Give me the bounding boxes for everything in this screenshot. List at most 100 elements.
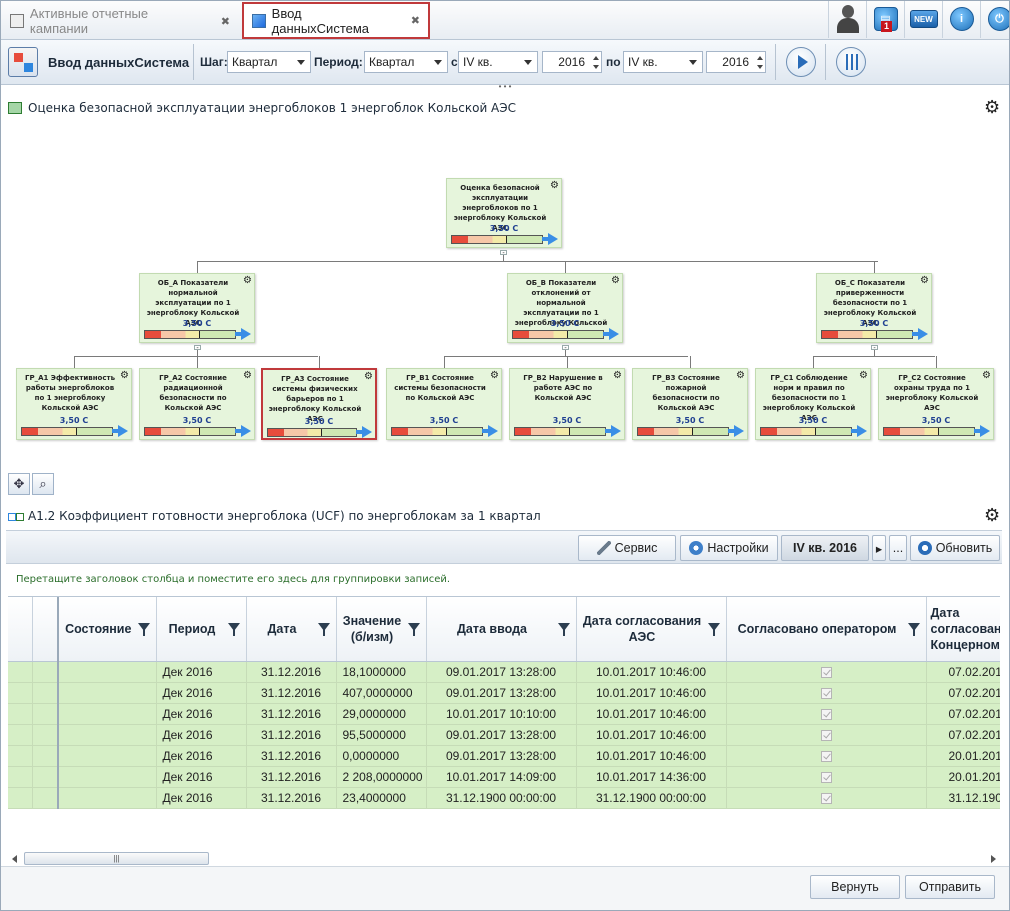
- drill-down-arrow-icon[interactable]: [112, 425, 128, 437]
- pan-button[interactable]: ✥: [8, 473, 30, 495]
- gear-icon[interactable]: ⚙: [982, 370, 991, 381]
- step-select[interactable]: Квартал: [227, 51, 311, 73]
- row-expander[interactable]: [32, 703, 59, 725]
- tree-node-level1[interactable]: ОБ_С Показатели приверженности безопасно…: [816, 273, 932, 343]
- tree-node-level2[interactable]: ГР_А3 Состояние системы физических барье…: [261, 368, 377, 440]
- from-year-stepper[interactable]: 2016: [542, 51, 602, 73]
- column-header-operator-approved[interactable]: Согласовано оператором: [726, 597, 927, 662]
- service-button[interactable]: Сервис: [578, 535, 676, 561]
- cell-value[interactable]: 18,1000000: [336, 661, 427, 683]
- row-indicator[interactable]: [8, 661, 33, 683]
- chevron-down-icon[interactable]: [757, 65, 763, 69]
- drill-down-arrow-icon[interactable]: [542, 233, 558, 245]
- chevron-up-icon[interactable]: [593, 56, 599, 60]
- gear-icon[interactable]: ⚙: [243, 275, 252, 286]
- settings-button[interactable]: Настройки: [680, 535, 778, 561]
- cell-value[interactable]: 0,0000000: [336, 745, 427, 767]
- table-row[interactable]: Дек 2016 31.12.2016 2 208,0000000 10.01.201…: [8, 766, 1000, 788]
- column-header-npp-approval-date[interactable]: Дата согласования АЭС: [576, 597, 727, 662]
- drill-down-arrow-icon[interactable]: [851, 425, 867, 437]
- filter-icon[interactable]: [407, 623, 420, 636]
- drill-down-arrow-icon[interactable]: [235, 425, 251, 437]
- next-period-button[interactable]: ▸: [872, 535, 886, 561]
- tree-node-level1[interactable]: ОБ_А Показатели нормальной эксплуатации …: [139, 273, 255, 343]
- chevron-up-icon[interactable]: [757, 56, 763, 60]
- cell-value[interactable]: 95,5000000: [336, 724, 427, 746]
- column-header-entry-date[interactable]: Дата ввода: [426, 597, 577, 662]
- tree-node-level1[interactable]: ОБ_В Показатели отклонений от нормальной…: [507, 273, 623, 343]
- tree-node-level2[interactable]: ГР_В1 Состояние системы безопасности по …: [386, 368, 502, 440]
- tree-node-level2[interactable]: ГР_С2 Состояние охраны труда по 1 энерго…: [878, 368, 994, 440]
- table-row[interactable]: Дек 2016 31.12.2016 29,0000000 10.01.2017 1…: [8, 703, 1000, 725]
- table-row[interactable]: Дек 2016 31.12.2016 95,5000000 09.01.2017 1…: [8, 724, 1000, 746]
- period-button[interactable]: IV кв. 2016: [781, 535, 869, 561]
- row-expander[interactable]: [32, 745, 59, 767]
- tab-data-entry[interactable]: Ввод данныхСистема ✖: [242, 2, 430, 39]
- filter-icon[interactable]: [557, 623, 570, 636]
- column-header-status[interactable]: Состояние: [58, 597, 157, 662]
- column-header-value[interactable]: Значение (б/изм): [336, 597, 427, 662]
- drill-down-arrow-icon[interactable]: [603, 328, 619, 340]
- chevron-down-icon[interactable]: [593, 65, 599, 69]
- news-button[interactable]: NEW: [904, 0, 942, 38]
- period-select[interactable]: Квартал: [364, 51, 448, 73]
- drill-down-arrow-icon[interactable]: [912, 328, 928, 340]
- notifications-button[interactable]: ▤ 1: [866, 0, 904, 38]
- column-header-concern-approval-date[interactable]: Дата согласования Концерном: [926, 597, 1000, 662]
- row-expander[interactable]: [32, 787, 59, 809]
- tree-node-level2[interactable]: ГР_А1 Эффективность работы энергоблоков …: [16, 368, 132, 440]
- row-expander[interactable]: [32, 661, 59, 683]
- filter-icon[interactable]: [907, 623, 920, 636]
- row-expander[interactable]: [32, 724, 59, 746]
- filter-icon[interactable]: [317, 623, 330, 636]
- tab-active-campaigns[interactable]: Активные отчетные кампании ✖: [2, 3, 238, 39]
- table-row[interactable]: Дек 2016 31.12.2016 18,1000000 09.01.2017 1…: [8, 661, 1000, 683]
- cell-value[interactable]: 23,4000000: [336, 787, 427, 809]
- row-indicator[interactable]: [8, 787, 33, 809]
- refresh-button[interactable]: Обновить: [910, 535, 1000, 561]
- gear-icon[interactable]: ⚙: [736, 370, 745, 381]
- return-button[interactable]: Вернуть: [810, 875, 900, 899]
- row-indicator[interactable]: [8, 766, 33, 788]
- scroll-left-icon[interactable]: [12, 855, 17, 863]
- drill-down-arrow-icon[interactable]: [974, 425, 990, 437]
- logout-button[interactable]: ⏻: [980, 0, 1010, 38]
- gear-icon[interactable]: ⚙: [859, 370, 868, 381]
- close-icon[interactable]: ✖: [221, 15, 230, 28]
- zoom-button[interactable]: ⌕: [32, 473, 54, 495]
- info-button[interactable]: i: [942, 0, 980, 38]
- scroll-right-icon[interactable]: [991, 855, 996, 863]
- table-row[interactable]: Дек 2016 31.12.2016 23,4000000 31.12.1900 0…: [8, 787, 1000, 809]
- drill-down-arrow-icon[interactable]: [482, 425, 498, 437]
- tree-node-level2[interactable]: ГР_А2 Состояние радиационной безопасност…: [139, 368, 255, 440]
- drill-down-arrow-icon[interactable]: [605, 425, 621, 437]
- filter-icon[interactable]: [707, 623, 720, 636]
- gear-icon[interactable]: ⚙: [243, 370, 252, 381]
- tree-node-level2[interactable]: ГР_С1 Соблюдение норм и правил по безопа…: [755, 368, 871, 440]
- cell-value[interactable]: 29,0000000: [336, 703, 427, 725]
- row-expander[interactable]: [32, 766, 59, 788]
- row-indicator[interactable]: [8, 724, 33, 746]
- cell-value[interactable]: 2 208,0000000: [336, 766, 427, 788]
- filter-icon[interactable]: [137, 623, 150, 636]
- splitter-handle[interactable]: • • •: [490, 83, 520, 91]
- filter-icon[interactable]: [227, 623, 240, 636]
- drill-down-arrow-icon[interactable]: [356, 426, 372, 438]
- gear-icon[interactable]: ⚙: [611, 275, 620, 286]
- to-year-stepper[interactable]: 2016: [706, 51, 766, 73]
- tree-node-root[interactable]: Оценка безопасной эксплуатации энергобло…: [446, 178, 562, 248]
- group-by-hint[interactable]: Перетащите заголовок столбца и поместите…: [16, 574, 450, 585]
- user-button[interactable]: [828, 0, 866, 38]
- column-header-date[interactable]: Дата: [246, 597, 337, 662]
- drill-down-arrow-icon[interactable]: [235, 328, 251, 340]
- scrollbar-thumb[interactable]: |||: [24, 852, 209, 865]
- close-icon[interactable]: ✖: [411, 14, 420, 27]
- gear-icon[interactable]: ⚙: [550, 180, 559, 191]
- gear-icon[interactable]: ⚙: [364, 371, 373, 382]
- filter-settings-button[interactable]: [836, 47, 866, 77]
- row-indicator[interactable]: [8, 745, 33, 767]
- from-quarter-select[interactable]: IV кв.: [458, 51, 538, 73]
- tree-node-level2[interactable]: ГР_В3 Состояние пожарной безопасности по…: [632, 368, 748, 440]
- table-row[interactable]: Дек 2016 31.12.2016 407,0000000 09.01.2017 …: [8, 682, 1000, 704]
- column-header-period[interactable]: Период: [156, 597, 247, 662]
